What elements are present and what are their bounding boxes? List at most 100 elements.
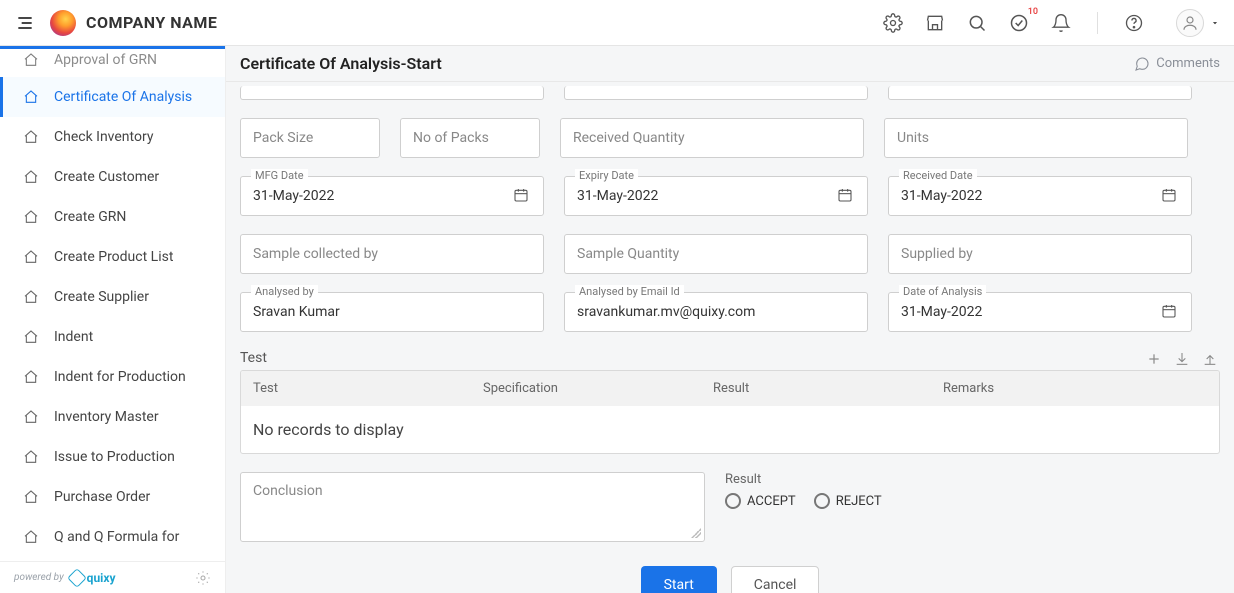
home-icon	[22, 168, 40, 186]
home-icon	[22, 368, 40, 386]
mfg-date-field[interactable]: MFG Date 31-May-2022	[240, 176, 544, 216]
sidebar-item-issue-to-production[interactable]: Issue to Production	[0, 437, 225, 477]
sidebar-item-indent[interactable]: Indent	[0, 317, 225, 357]
menu-toggle-icon[interactable]	[14, 12, 36, 34]
sidebar-item-label: Check Inventory	[54, 129, 153, 145]
pack-size-field[interactable]: Pack Size	[240, 118, 380, 158]
sidebar-item-label: Indent	[54, 329, 93, 345]
received-date-value: 31-May-2022	[901, 188, 1161, 204]
sidebar-item-label: Certificate Of Analysis	[54, 89, 192, 105]
sidebar-item-check-inventory[interactable]: Check Inventory	[0, 117, 225, 157]
analysed-by-email-value: sravankumar.mv@quixy.com	[577, 304, 855, 320]
date-of-analysis-label: Date of Analysis	[899, 285, 986, 298]
calendar-icon[interactable]	[837, 187, 855, 205]
add-row-icon[interactable]	[1146, 351, 1164, 369]
col-test: Test	[241, 371, 471, 406]
home-icon	[22, 51, 40, 69]
received-quantity-field[interactable]: Received Quantity	[560, 118, 864, 158]
home-icon	[22, 528, 40, 546]
tasks-icon[interactable]: 10	[1009, 13, 1029, 33]
comments-link[interactable]: Comments	[1134, 56, 1220, 72]
sidebar-item-label: Create Customer	[54, 169, 159, 185]
result-reject-radio[interactable]: REJECT	[814, 493, 882, 509]
comments-icon	[1134, 56, 1150, 72]
test-table: Test Specification Result Remarks No rec…	[240, 370, 1220, 454]
start-button[interactable]: Start	[641, 566, 717, 593]
help-icon[interactable]	[1124, 13, 1144, 33]
sidebar-item-label: Create Product List	[54, 249, 173, 265]
sidebar-item-label: Issue to Production	[54, 449, 175, 465]
user-avatar-icon	[1176, 9, 1204, 37]
calendar-icon[interactable]	[513, 187, 531, 205]
supplied-by-placeholder: Supplied by	[901, 246, 1179, 262]
date-of-analysis-field[interactable]: Date of Analysis 31-May-2022	[888, 292, 1192, 332]
result-accept-radio[interactable]: ACCEPT	[725, 493, 796, 509]
result-reject-label: REJECT	[836, 494, 882, 509]
form-actions: Start Cancel	[240, 560, 1220, 593]
home-icon	[22, 128, 40, 146]
search-icon[interactable]	[967, 13, 987, 33]
received-date-field[interactable]: Received Date 31-May-2022	[888, 176, 1192, 216]
sidebar-footer: powered by quixy	[0, 561, 225, 593]
no-of-packs-placeholder: No of Packs	[413, 130, 527, 146]
store-icon[interactable]	[925, 13, 945, 33]
sidebar-item-inventory-master[interactable]: Inventory Master	[0, 397, 225, 437]
test-toolbar: Test	[240, 350, 1220, 370]
analysed-by-label: Analysed by	[251, 285, 318, 298]
mfg-date-label: MFG Date	[251, 169, 308, 182]
sidebar-item-create-customer[interactable]: Create Customer	[0, 157, 225, 197]
user-menu[interactable]	[1176, 9, 1220, 37]
sidebar-item-create-grn[interactable]: Create GRN	[0, 197, 225, 237]
sidebar-settings-icon[interactable]	[195, 570, 211, 586]
sidebar-items: Approval of GRN Certificate Of Analysis …	[0, 49, 225, 557]
date-of-analysis-value: 31-May-2022	[901, 304, 1161, 320]
sidebar: Approval of GRN Certificate Of Analysis …	[0, 46, 226, 593]
upload-icon[interactable]	[1202, 351, 1220, 369]
main: Certificate Of Analysis-Start Comments P…	[226, 46, 1234, 593]
calendar-icon[interactable]	[1161, 303, 1179, 321]
app-header: COMPANY NAME 10	[0, 0, 1234, 46]
sidebar-item-q-and-q-formula[interactable]: Q and Q Formula for	[0, 517, 225, 557]
sample-collected-by-field[interactable]: Sample collected by	[240, 234, 544, 274]
received-quantity-placeholder: Received Quantity	[573, 130, 851, 146]
supplied-by-field[interactable]: Supplied by	[888, 234, 1192, 274]
field-prev-col1[interactable]	[240, 86, 544, 100]
sample-quantity-field[interactable]: Sample Quantity	[564, 234, 868, 274]
chevron-down-icon	[1210, 18, 1220, 28]
sidebar-item-purchase-order[interactable]: Purchase Order	[0, 477, 225, 517]
mfg-date-value: 31-May-2022	[253, 188, 513, 204]
bell-icon[interactable]	[1051, 13, 1071, 33]
radio-icon	[725, 493, 741, 509]
units-field[interactable]: Units	[884, 118, 1188, 158]
powered-by-text: powered by	[14, 572, 64, 583]
no-of-packs-field[interactable]: No of Packs	[400, 118, 540, 158]
home-icon	[22, 408, 40, 426]
form-area: Pack Size No of Packs Received Quantity …	[226, 82, 1234, 593]
field-prev-col3[interactable]	[888, 86, 1192, 100]
cancel-button[interactable]: Cancel	[731, 566, 820, 593]
conclusion-textarea[interactable]: Conclusion	[240, 472, 705, 542]
sidebar-item-indent-for-production[interactable]: Indent for Production	[0, 357, 225, 397]
sidebar-item-approval-of-grn[interactable]: Approval of GRN	[0, 49, 225, 77]
analysed-by-email-field[interactable]: Analysed by Email Id sravankumar.mv@quix…	[564, 292, 868, 332]
tasks-badge: 10	[1028, 7, 1038, 17]
expiry-date-field[interactable]: Expiry Date 31-May-2022	[564, 176, 868, 216]
calendar-icon[interactable]	[1161, 187, 1179, 205]
home-icon	[22, 248, 40, 266]
sidebar-item-label: Indent for Production	[54, 369, 186, 385]
sidebar-item-label: Create Supplier	[54, 289, 149, 305]
sidebar-item-certificate-of-analysis[interactable]: Certificate Of Analysis	[0, 77, 225, 117]
sidebar-item-label: Create GRN	[54, 209, 126, 225]
sidebar-item-label: Q and Q Formula for	[54, 529, 179, 545]
col-specification: Specification	[471, 371, 701, 406]
sidebar-item-create-supplier[interactable]: Create Supplier	[0, 277, 225, 317]
settings-gear-icon[interactable]	[883, 13, 903, 33]
analysed-by-value: Sravan Kumar	[253, 304, 531, 320]
analysed-by-field[interactable]: Analysed by Sravan Kumar	[240, 292, 544, 332]
field-prev-col2[interactable]	[564, 86, 868, 100]
download-icon[interactable]	[1174, 351, 1192, 369]
result-label: Result	[725, 472, 882, 487]
test-section-label: Test	[240, 350, 267, 366]
quixy-logo[interactable]: quixy	[70, 571, 116, 585]
sidebar-item-create-product-list[interactable]: Create Product List	[0, 237, 225, 277]
